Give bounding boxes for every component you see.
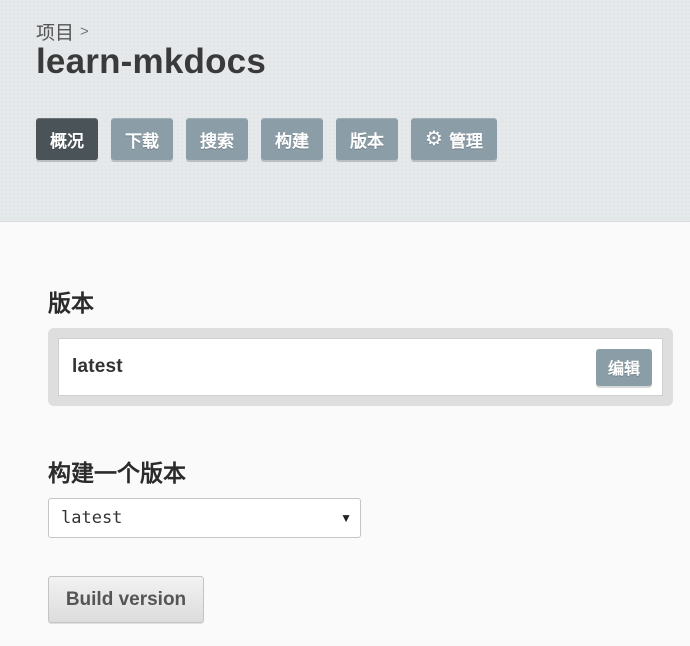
- build-version-button[interactable]: Build version: [48, 576, 204, 623]
- build-section-title: 构建一个版本: [48, 460, 186, 486]
- nav-versions-button[interactable]: 版本: [336, 118, 398, 160]
- nav-builds-label: 构建: [275, 131, 309, 151]
- project-nav: 概况 下载 搜索 构建 版本 ⚙ 管理: [36, 118, 510, 160]
- breadcrumb: 项目 >: [36, 18, 89, 45]
- edit-version-button[interactable]: 编辑: [595, 348, 652, 386]
- project-header: 项目 > learn-mkdocs 概况 下载 搜索 构建 版本 ⚙ 管理: [0, 0, 690, 222]
- nav-overview-label: 概况: [50, 131, 84, 151]
- version-name-link[interactable]: latest: [72, 356, 123, 378]
- nav-builds-button[interactable]: 构建: [261, 118, 323, 160]
- nav-search-label: 搜索: [200, 131, 234, 151]
- nav-admin-label: 管理: [448, 131, 483, 151]
- version-row: latest 编辑: [58, 338, 663, 396]
- breadcrumb-separator: >: [80, 23, 89, 40]
- breadcrumb-projects-link[interactable]: 项目: [36, 18, 74, 45]
- nav-downloads-button[interactable]: 下载: [111, 118, 173, 160]
- versions-list: latest 编辑: [48, 328, 673, 406]
- nav-search-button[interactable]: 搜索: [186, 118, 248, 160]
- nav-downloads-label: 下载: [125, 131, 159, 151]
- nav-admin-button[interactable]: ⚙ 管理: [411, 118, 497, 160]
- nav-overview-button[interactable]: 概况: [36, 118, 98, 160]
- version-select[interactable]: latest ▼: [48, 498, 361, 538]
- nav-versions-label: 版本: [350, 131, 384, 151]
- version-select-value: latest: [61, 508, 123, 528]
- chevron-down-icon: ▼: [340, 511, 352, 525]
- gear-icon: ⚙: [425, 128, 443, 150]
- page-title: learn-mkdocs: [36, 42, 266, 81]
- versions-section-title: 版本: [48, 290, 94, 316]
